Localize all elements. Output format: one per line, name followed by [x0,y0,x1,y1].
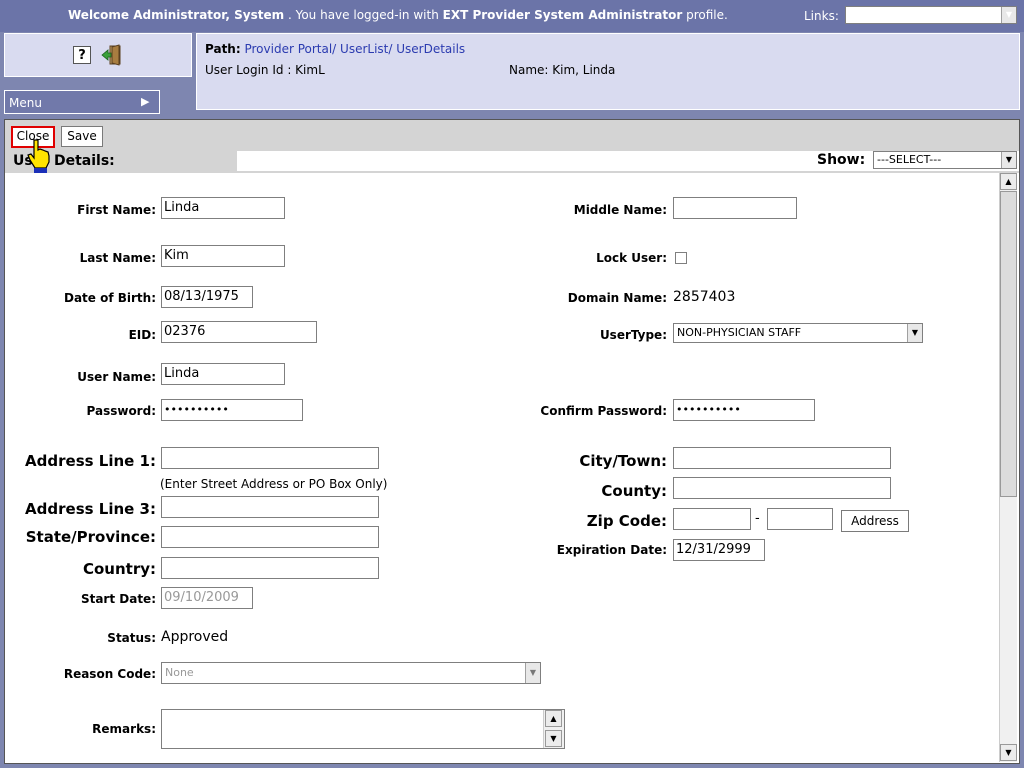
user-login-id: User Login Id : KimL [205,63,325,77]
user-details-content: Close Save User Details: Show: ---SELECT… [4,119,1020,764]
zip-extension-input[interactable] [767,508,833,530]
user-type-label: UserType: [599,328,667,342]
expiration-date-input[interactable]: 12/31/2999 [673,539,765,561]
middle-name-input[interactable] [673,197,797,219]
country-input[interactable] [161,557,379,579]
city-input[interactable] [673,447,891,469]
welcome-suffix: profile. [682,8,728,22]
breadcrumb: Path: Provider Portal/ UserList/ UserDet… [205,42,465,56]
hand-pointer-icon [27,139,50,173]
expiration-date-label: Expiration Date: [556,543,667,557]
password-input[interactable]: •••••••••• [161,399,303,421]
lock-user-label: Lock User: [596,251,667,265]
middle-name-label: Middle Name: [573,203,667,217]
state-province-label: State/Province: [25,528,156,546]
remarks-label: Remarks: [92,722,156,736]
links-select[interactable]: --Select-- ▼ [845,6,1017,24]
zip-code-label: Zip Code: [586,512,667,530]
welcome-mid-text: . You have logged-in with [284,8,443,22]
welcome-message: Welcome Administrator, System . You have… [68,8,728,22]
confirm-password-input[interactable]: •••••••••• [673,399,815,421]
chevron-down-icon: ▼ [525,663,540,683]
eid-input[interactable]: 02376 [161,321,317,343]
show-select[interactable]: ---SELECT--- ▼ [873,151,1017,169]
toolbar: Close Save User Details: Show: ---SELECT… [5,120,1019,173]
quick-actions-panel: ? [4,33,192,77]
address-line-3-input[interactable] [161,496,379,518]
address-line-1-label: Address Line 1: [25,452,156,470]
start-date-input[interactable]: 09/10/2009 [161,587,253,609]
first-name-input[interactable]: Linda [161,197,285,219]
address-lookup-button[interactable]: Address [841,510,909,532]
help-icon[interactable]: ? [73,46,91,64]
logged-in-user: Administrator, System [133,8,285,22]
scroll-down-icon[interactable]: ▼ [1000,744,1017,761]
chevron-down-icon: ▼ [1001,7,1016,23]
address-line-1-input[interactable] [161,447,379,469]
save-button[interactable]: Save [61,126,103,147]
scroll-up-icon[interactable]: ▲ [545,710,562,727]
reason-code-label: Reason Code: [63,667,156,681]
county-input[interactable] [673,477,891,499]
show-select-value: ---SELECT--- [877,153,942,166]
menu-toggle[interactable]: Menu ▶ [4,90,160,114]
user-profile: EXT Provider System Administrator [442,8,683,22]
password-label: Password: [86,404,157,418]
scroll-down-icon[interactable]: ▼ [545,730,562,747]
user-name-input[interactable]: Linda [161,363,285,385]
status-label: Status: [107,631,156,645]
county-label: County: [601,482,667,500]
start-date-label: Start Date: [80,592,156,606]
scrollbar-thumb[interactable] [1000,191,1017,497]
breadcrumb-panel: Path: Provider Portal/ UserList/ UserDet… [196,33,1020,110]
breadcrumb-label: Path: [205,42,241,56]
zip-code-dash: - [755,511,760,526]
country-label: Country: [82,560,156,578]
lock-user-checkbox[interactable] [675,252,687,264]
chevron-down-icon: ▼ [1001,152,1016,168]
reason-code-select[interactable]: None ▼ [161,662,541,684]
user-type-select[interactable]: NON-PHYSICIAN STAFF ▼ [673,323,923,343]
confirm-password-label: Confirm Password: [540,404,667,418]
city-label: City/Town: [579,452,667,470]
zip-code-input[interactable] [673,508,751,530]
welcome-prefix: Welcome [68,8,134,22]
links-select-value: --Select-- [849,8,899,21]
vertical-scrollbar[interactable]: ▲ ▼ [999,173,1017,762]
last-name-input[interactable]: Kim [161,245,285,267]
menu-label: Menu [9,96,42,110]
show-label: Show: [817,152,866,168]
scroll-up-icon[interactable]: ▲ [1000,173,1017,190]
chevron-down-icon: ▼ [907,324,922,342]
address-hint: (Enter Street Address or PO Box Only) [160,477,388,491]
last-name-label: Last Name: [79,251,156,265]
first-name-label: First Name: [77,203,156,217]
remarks-scrollbar[interactable]: ▲ ▼ [543,710,564,748]
eid-label: EID: [128,328,156,342]
remarks-textarea[interactable] [161,709,565,749]
address-line-3-label: Address Line 3: [25,500,156,518]
links-label: Links: [804,9,839,23]
status-value: Approved [161,629,229,645]
user-full-name: Name: Kim, Linda [509,63,616,77]
top-bar: Welcome Administrator, System . You have… [0,0,1024,32]
date-of-birth-label: Date of Birth: [63,291,156,305]
chevron-right-icon: ▶ [141,95,150,108]
exit-door-icon[interactable] [101,44,123,66]
domain-name-value: 2857403 [673,289,736,305]
user-name-label: User Name: [77,370,156,384]
domain-name-label: Domain Name: [567,291,667,305]
user-type-value: NON-PHYSICIAN STAFF [677,326,802,339]
date-of-birth-input[interactable]: 08/13/1975 [161,286,253,308]
breadcrumb-path[interactable]: Provider Portal/ UserList/ UserDetails [244,42,465,56]
reason-code-value: None [165,666,194,679]
state-province-input[interactable] [161,526,379,548]
